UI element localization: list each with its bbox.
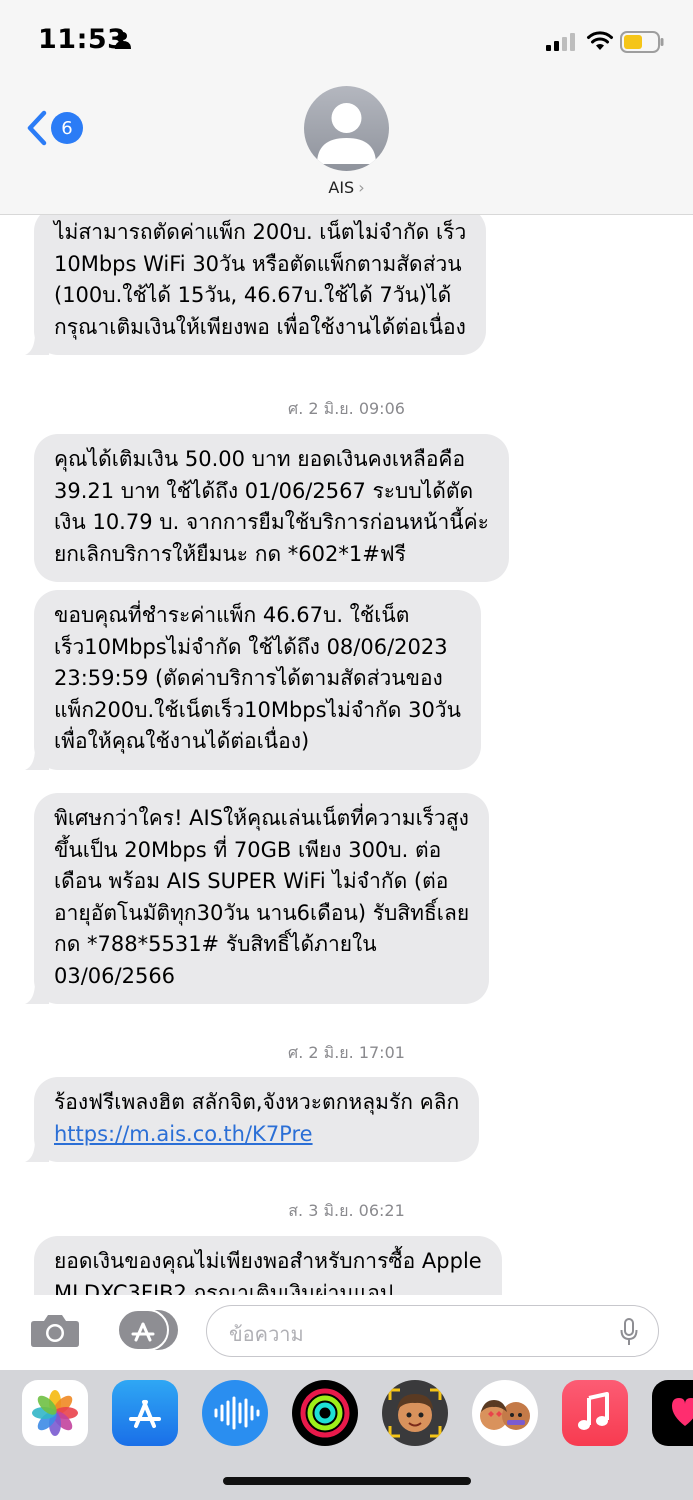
audio-message-icon[interactable] xyxy=(202,1380,268,1446)
timestamp: ศ. 2 มิ.ย. 09:06 xyxy=(288,399,405,418)
imessage-app-tray xyxy=(0,1370,693,1500)
home-indicator[interactable] xyxy=(223,1477,471,1485)
timestamp: ส. 3 มิ.ย. 06:21 xyxy=(288,1201,405,1220)
bubble-tail xyxy=(25,747,49,770)
conversation-header: 6 AIS › xyxy=(0,80,693,215)
message-input[interactable]: ข้อความ xyxy=(206,1305,659,1357)
message-composer: ข้อความ xyxy=(0,1295,693,1370)
message-bubble[interactable]: ขอบคุณที่ชำระค่าแพ็ก 46.67บ. ใช้เน็ต เร็… xyxy=(25,590,481,770)
activity-icon[interactable] xyxy=(292,1380,358,1446)
camera-icon[interactable] xyxy=(30,1312,80,1348)
timestamp: ศ. 2 มิ.ย. 17:01 xyxy=(288,1043,405,1062)
digital-touch-icon[interactable] xyxy=(652,1380,693,1446)
wifi-icon xyxy=(587,31,613,50)
app-store-icon[interactable] xyxy=(112,1380,178,1446)
message-bubble[interactable]: พิเศษกว่าใคร! AISให้คุณเล่นเน็ตที่ความเร… xyxy=(25,793,490,1004)
battery-low-power-icon xyxy=(620,31,664,53)
apps-button-icon[interactable] xyxy=(116,1310,178,1350)
bubble-tail xyxy=(25,333,49,355)
memoji-stickers-icon[interactable] xyxy=(472,1380,538,1446)
chevron-left-icon xyxy=(27,110,47,146)
microphone-icon[interactable] xyxy=(620,1318,638,1346)
bubble-tail xyxy=(25,1140,49,1162)
memoji-icon[interactable] xyxy=(382,1380,448,1446)
message-bubble[interactable]: คุณได้เติมเงิน 50.00 บาท ยอดเงินคงเหลือค… xyxy=(34,434,509,582)
message-bubble[interactable]: ยอดเงินของคุณไม่เพียงพอสำหรับการซื้อ App… xyxy=(34,1236,502,1295)
photos-icon[interactable] xyxy=(22,1380,88,1446)
back-button[interactable]: 6 xyxy=(26,110,83,146)
person-icon xyxy=(115,32,131,49)
person-silhouette-icon xyxy=(317,103,376,164)
unread-count-badge: 6 xyxy=(51,112,83,144)
message-link[interactable]: https://m.ais.co.th/K7Pre xyxy=(54,1122,313,1146)
message-bubble[interactable]: ไม่สามารถตัดค่าแพ็ก 200บ. เน็ตไม่จำกัด เ… xyxy=(25,215,487,355)
message-thread[interactable]: ไม่สามารถตัดค่าแพ็ก 200บ. เน็ตไม่จำกัด เ… xyxy=(0,215,693,1295)
message-input-placeholder: ข้อความ xyxy=(229,1322,304,1346)
chevron-right-icon: › xyxy=(358,178,365,197)
music-icon[interactable] xyxy=(562,1380,628,1446)
bubble-tail xyxy=(25,982,49,1004)
contact-name[interactable]: AIS › xyxy=(0,178,693,197)
message-bubble[interactable]: ร้องฟรีเพลงฮิต สลักจิต,จังหวะตกหลุมรัก ค… xyxy=(25,1077,480,1162)
contact-avatar[interactable] xyxy=(304,86,389,171)
status-bar: 11:53 xyxy=(0,0,693,80)
cellular-signal-icon xyxy=(546,33,575,51)
